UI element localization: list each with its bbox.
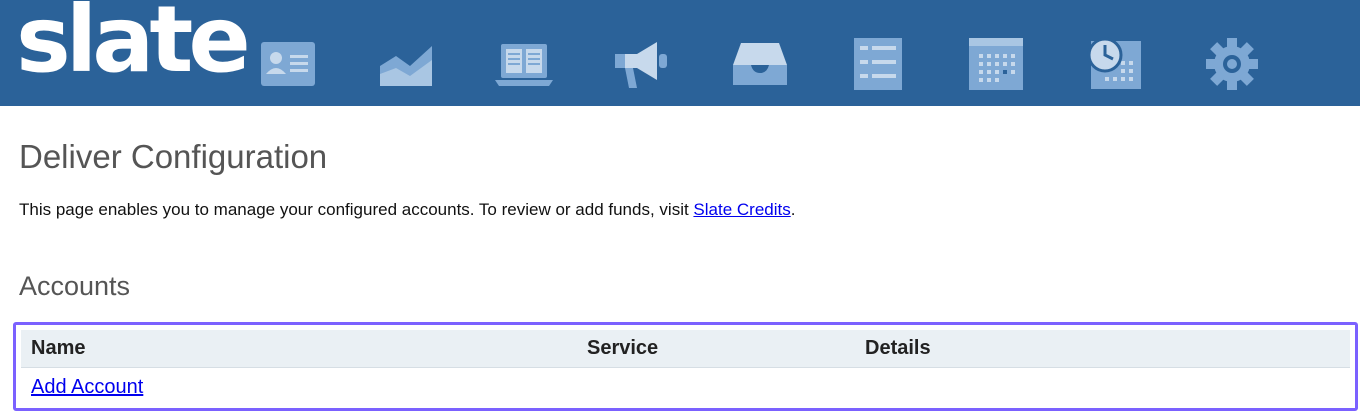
slate-credits-link[interactable]: Slate Credits <box>693 200 790 219</box>
accounts-table-container: Name Service Details Add Account <box>13 322 1358 411</box>
megaphone-icon[interactable] <box>610 34 674 94</box>
contact-card-icon[interactable] <box>256 34 320 94</box>
table-row: Add Account <box>21 367 1350 407</box>
table-header-row: Name Service Details <box>21 330 1350 368</box>
calendar-grid-icon[interactable] <box>964 34 1028 94</box>
area-chart-icon[interactable] <box>374 34 438 94</box>
add-account-cell: Add Account <box>21 367 1350 407</box>
checklist-icon[interactable] <box>846 34 910 94</box>
column-header-details[interactable]: Details <box>855 330 1350 368</box>
slate-logo[interactable]: slate <box>16 0 251 86</box>
laptop-document-icon[interactable] <box>492 34 556 94</box>
accounts-table: Name Service Details Add Account <box>21 330 1350 407</box>
intro-text-body: This page enables you to manage your con… <box>19 200 694 219</box>
inbox-tray-icon[interactable] <box>728 34 792 94</box>
column-header-name[interactable]: Name <box>21 330 577 368</box>
add-account-link[interactable]: Add Account <box>31 376 143 398</box>
column-header-service[interactable]: Service <box>577 330 855 368</box>
intro-text-end: . <box>790 200 796 219</box>
intro-text: This page enables you to manage your con… <box>19 200 795 220</box>
page-title: Deliver Configuration <box>19 138 328 175</box>
clock-calendar-icon[interactable] <box>1082 34 1146 94</box>
accounts-section-title: Accounts <box>19 271 131 301</box>
top-navigation-bar: slate <box>0 0 1360 106</box>
gear-icon[interactable] <box>1200 34 1264 94</box>
